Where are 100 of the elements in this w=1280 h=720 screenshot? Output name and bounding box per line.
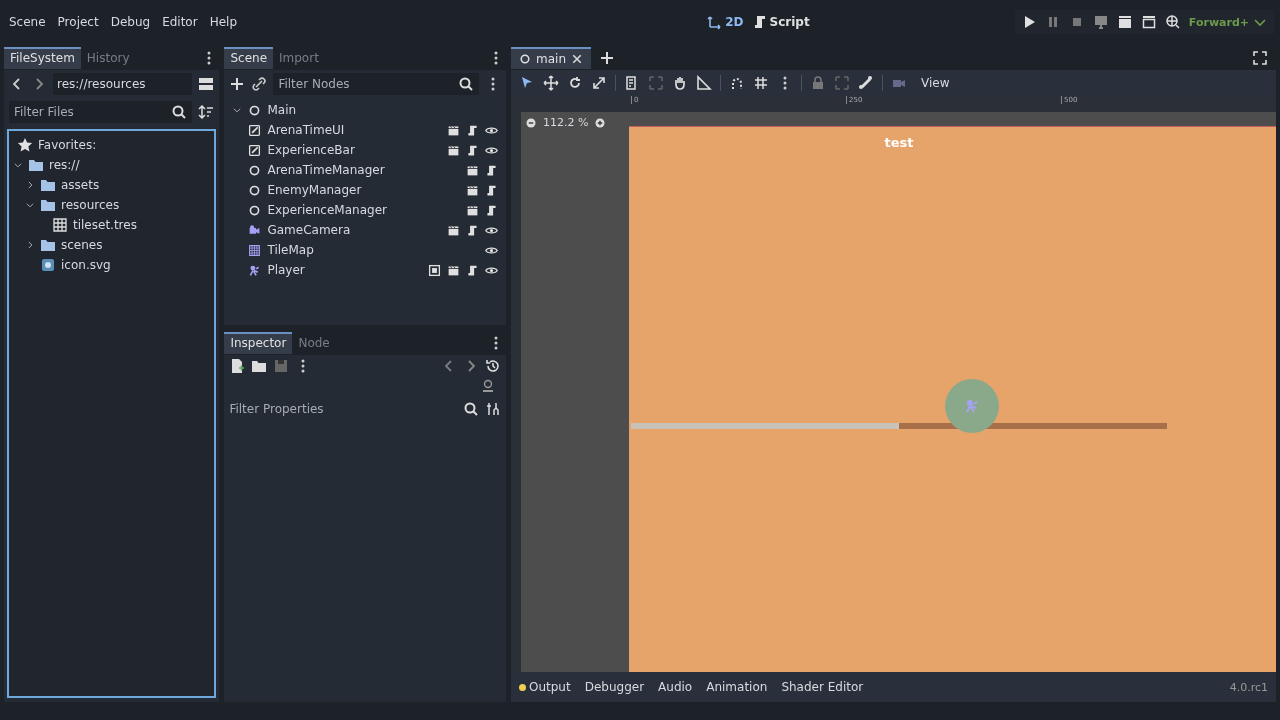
menu-item[interactable]: Project <box>52 11 104 33</box>
file-item[interactable]: res:// <box>49 158 80 172</box>
filter-nodes-field[interactable]: Filter Nodes <box>273 73 479 95</box>
bottom-tab[interactable]: Animation <box>706 680 768 694</box>
circle-icon <box>248 163 262 177</box>
ruler-icon[interactable] <box>696 75 712 91</box>
script-icon[interactable] <box>485 163 498 177</box>
path-field[interactable]: res://resources <box>53 73 193 95</box>
bottom-tab[interactable]: Shader Editor <box>781 680 864 694</box>
document-tab[interactable]: main <box>511 47 591 69</box>
view-menu[interactable]: View <box>915 76 956 90</box>
pen-square-icon <box>248 123 262 137</box>
caret-icon[interactable] <box>25 180 35 190</box>
main-screen-button[interactable]: 2D <box>707 14 744 30</box>
node-item[interactable]: ExperienceBar <box>267 143 355 157</box>
character-icon <box>248 263 262 277</box>
camera-icon <box>248 223 262 237</box>
favorites-label: Favorites: <box>38 138 97 152</box>
dock-tab[interactable]: Inspector <box>224 332 293 354</box>
zoom-in-icon[interactable] <box>594 116 607 129</box>
grid-icon[interactable] <box>753 75 769 91</box>
scale-icon[interactable] <box>591 75 607 91</box>
file-item[interactable]: assets <box>61 178 100 192</box>
lock-icon[interactable] <box>810 75 826 91</box>
dock-tab[interactable]: Node <box>292 332 336 354</box>
script-icon[interactable] <box>466 143 479 157</box>
zoom-out-icon[interactable] <box>525 116 537 129</box>
globe-icon[interactable] <box>1164 14 1181 30</box>
link-icon[interactable] <box>251 76 268 92</box>
renderer-dropdown[interactable]: Forward+ <box>1188 14 1268 30</box>
menu-item[interactable]: Scene <box>4 11 51 33</box>
caret-icon[interactable] <box>25 240 35 250</box>
menu-item[interactable]: Editor <box>157 11 203 33</box>
zoom-level[interactable]: 112.2 % <box>543 116 589 129</box>
grid-icon <box>248 243 262 257</box>
node-item[interactable]: ExperienceManager <box>267 203 387 217</box>
caret-icon[interactable] <box>232 105 243 115</box>
save-icon[interactable] <box>273 358 290 374</box>
circle-icon <box>519 53 531 65</box>
dock-tab[interactable]: History <box>80 47 136 69</box>
split-view-icon[interactable] <box>198 76 215 92</box>
folder-icon <box>40 237 56 253</box>
node-item[interactable]: EnemyManager <box>267 183 362 197</box>
script-icon[interactable] <box>466 123 479 137</box>
filter-properties-field[interactable]: Filter Properties <box>229 398 479 420</box>
text-input[interactable]: Filter Files <box>14 103 172 121</box>
dock-tab[interactable]: Scene <box>224 47 273 69</box>
file-item[interactable]: icon.svg <box>61 258 111 272</box>
close-icon[interactable] <box>571 53 583 65</box>
add-icon[interactable] <box>599 50 615 66</box>
move-icon[interactable] <box>543 75 559 91</box>
snap-icon[interactable] <box>729 75 745 91</box>
pen-square-icon <box>248 143 262 157</box>
history-icon[interactable] <box>485 358 501 374</box>
bottom-tab[interactable]: Audio <box>658 680 693 694</box>
dock-tab[interactable]: Import <box>273 47 325 69</box>
script-icon[interactable] <box>466 263 479 277</box>
folder-icon <box>40 197 56 213</box>
file-item[interactable]: scenes <box>61 238 103 252</box>
version-label: 4.0.rc1 <box>1229 680 1268 694</box>
node-item[interactable]: ArenaTimeManager <box>267 163 385 177</box>
bottom-tab[interactable]: Debugger <box>584 680 645 694</box>
caret-icon[interactable] <box>25 200 35 210</box>
node-item[interactable]: GameCamera <box>267 223 351 237</box>
add-icon[interactable] <box>229 76 246 92</box>
grid-icon <box>52 217 68 233</box>
axes-icon <box>707 14 724 30</box>
script-icon[interactable] <box>485 203 498 217</box>
hand-icon[interactable] <box>672 75 688 91</box>
node-item[interactable]: Main <box>267 103 297 117</box>
file-item[interactable]: tileset.tres <box>73 218 137 232</box>
caret-icon[interactable] <box>13 160 23 170</box>
script-icon[interactable] <box>466 223 479 237</box>
script-icon[interactable] <box>485 183 498 197</box>
filter-files-field[interactable]: Filter Files <box>9 101 193 123</box>
sort-icon[interactable] <box>198 104 215 120</box>
bone-icon[interactable] <box>858 75 874 91</box>
search-icon <box>463 401 479 417</box>
fullscreen-icon[interactable] <box>1252 50 1268 66</box>
folder-icon <box>28 157 44 173</box>
monitor-icon[interactable] <box>1092 14 1109 30</box>
new-file-icon[interactable] <box>229 358 246 374</box>
text-input[interactable]: Filter Nodes <box>278 75 458 93</box>
search-icon <box>171 104 188 120</box>
menu-item[interactable]: Help <box>204 11 242 33</box>
menu-item[interactable]: Debug <box>105 11 156 33</box>
text-input[interactable]: Filter Properties <box>229 400 463 418</box>
circle-icon <box>248 203 262 217</box>
circle-icon <box>248 183 262 197</box>
folder-icon[interactable] <box>251 358 268 374</box>
dock-tab[interactable]: FileSystem <box>4 47 81 69</box>
main-screen-button[interactable]: Script <box>751 14 810 30</box>
node-item[interactable]: Player <box>267 263 305 277</box>
image-file-icon <box>40 257 56 273</box>
rotate-icon[interactable] <box>567 75 583 91</box>
bottom-tab[interactable]: Output <box>519 680 571 694</box>
node-item[interactable]: ArenaTimeUI <box>267 123 345 137</box>
file-item[interactable]: resources <box>61 198 120 212</box>
tools-icon[interactable] <box>485 401 501 417</box>
node-item[interactable]: TileMap <box>267 243 314 257</box>
